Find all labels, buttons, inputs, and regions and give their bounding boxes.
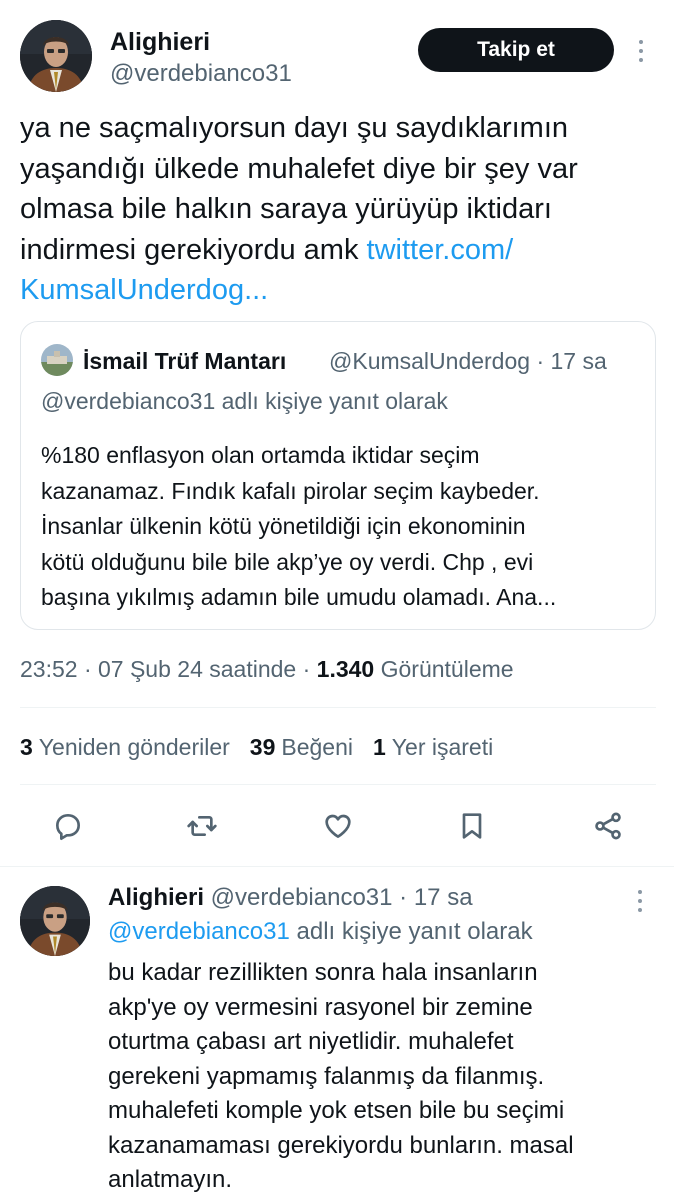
reply-icon[interactable]: [48, 806, 88, 846]
quoted-tweet-header: İsmail Trüf Mantarı @KumsalUnderdog · 17…: [41, 342, 641, 378]
tweet-actions: [20, 806, 656, 846]
author-avatar[interactable]: [20, 20, 92, 92]
quoted-author-meta: @KumsalUnderdog · 17 sa: [329, 348, 607, 374]
reply-text-line: akp'ye oy vermesini rasyonel bir zemine: [108, 993, 533, 1021]
views-label: Görüntüleme: [374, 656, 514, 682]
engagement-stats: 3 Yeniden gönderiler 39 Beğeni 1 Yer işaret…: [20, 734, 493, 761]
reply-author-name[interactable]: Alighieri: [108, 884, 204, 911]
tweet-text-line: yaşandığı ülkede muhalefet diye bir şey …: [20, 152, 578, 185]
reply-to-handle[interactable]: @verdebianco31: [108, 918, 290, 945]
quoted-author-name: İsmail Trüf Mantarı: [83, 348, 287, 374]
tweet-text-line: ya ne saçmalıyorsun dayı şu saydıklarımı…: [20, 112, 569, 144]
quoted-text-line: başına yıkılmış adamın bile umudu olamad…: [41, 584, 557, 610]
reply-header: Alighieri @verdebianco31 · 17 sa: [108, 884, 473, 912]
reply-context: @verdebianco31 adlı kişiye yanıt olarak: [108, 918, 533, 945]
quoted-text-line: %180 enflasyon olan ortamda iktidar seçi…: [41, 442, 480, 468]
tweet-text: ya ne saçmalıyorsun dayı şu saydıklarımı…: [20, 108, 656, 311]
more-options-icon[interactable]: [628, 34, 654, 68]
quoted-author-avatar: [41, 344, 73, 376]
author-name[interactable]: Alighieri: [110, 28, 210, 57]
reply-tweet-text: bu kadar rezillikten sonra hala insanlar…: [108, 956, 656, 1198]
reply-text-line: bu kadar rezillikten sonra hala insanlar…: [108, 959, 538, 986]
quoted-reply-context: @verdebianco31 adlı kişiye yanıt olarak: [41, 388, 448, 414]
reply-text-line: oturtma çabası art niyetlidir. muhalefet: [108, 1028, 514, 1055]
like-icon[interactable]: [318, 806, 358, 846]
reply-text-line: muhalefeti komple yok etsen bile bu seçi…: [108, 1097, 565, 1124]
reply-author-avatar[interactable]: [20, 886, 90, 956]
quoted-text-line: İnsanlar ülkenin kötü yönetildiği için e…: [41, 513, 526, 539]
tweet-link[interactable]: twitter.com/: [367, 234, 514, 266]
reply-text-line: anlatmayın.: [108, 1166, 233, 1193]
main-tweet-header: Alighieri @verdebianco31 Takip et: [20, 20, 660, 92]
likes-stat[interactable]: 39 Beğeni: [250, 734, 353, 761]
quoted-text-line: kötü olduğunu bile bile akp’ye oy verdi.…: [41, 548, 534, 575]
reply-author-meta[interactable]: @verdebianco31 · 17 sa: [204, 884, 473, 911]
quoted-text-line: kazanamaz. Fındık kafalı pirolar seçim k…: [41, 477, 540, 504]
share-icon[interactable]: [588, 806, 628, 846]
retweet-icon[interactable]: [182, 806, 222, 846]
thread-separator: [0, 866, 674, 867]
retweets-stat[interactable]: 3 Yeniden gönderiler: [20, 734, 230, 761]
reply-more-options-icon[interactable]: [630, 884, 650, 918]
quoted-tweet-text: %180 enflasyon olan ortamda iktidar seçi…: [41, 438, 641, 616]
bookmark-icon[interactable]: [452, 806, 492, 846]
reply-text-line: gerekeni yapmamış falanmış da filanmış.: [108, 1062, 545, 1090]
author-handle[interactable]: @verdebianco31: [110, 60, 292, 88]
tweet-timestamp: 23:52 · 07 Şub 24 saatinde · 1.340 Görün…: [20, 656, 514, 683]
divider: [20, 707, 656, 708]
timestamp-date[interactable]: 23:52 · 07 Şub 24 saatinde ·: [20, 656, 317, 682]
divider: [20, 784, 656, 785]
quoted-tweet-card[interactable]: İsmail Trüf Mantarı @KumsalUnderdog · 17…: [20, 321, 656, 630]
tweet-text-line: indirmesi gerekiyordu amk twitter.com/: [20, 233, 514, 266]
bookmarks-stat[interactable]: 1 Yer işareti: [373, 734, 493, 761]
follow-button[interactable]: Takip et: [418, 28, 614, 72]
reply-text-line: kazanamaması gerekiyordu bunların. masal: [108, 1131, 574, 1159]
tweet-link-continued[interactable]: KumsalUnderdog...: [20, 270, 656, 311]
views-count: 1.340: [316, 656, 375, 682]
tweet-text-line: olmasa bile halkın saraya yürüyüp iktida…: [20, 193, 552, 225]
